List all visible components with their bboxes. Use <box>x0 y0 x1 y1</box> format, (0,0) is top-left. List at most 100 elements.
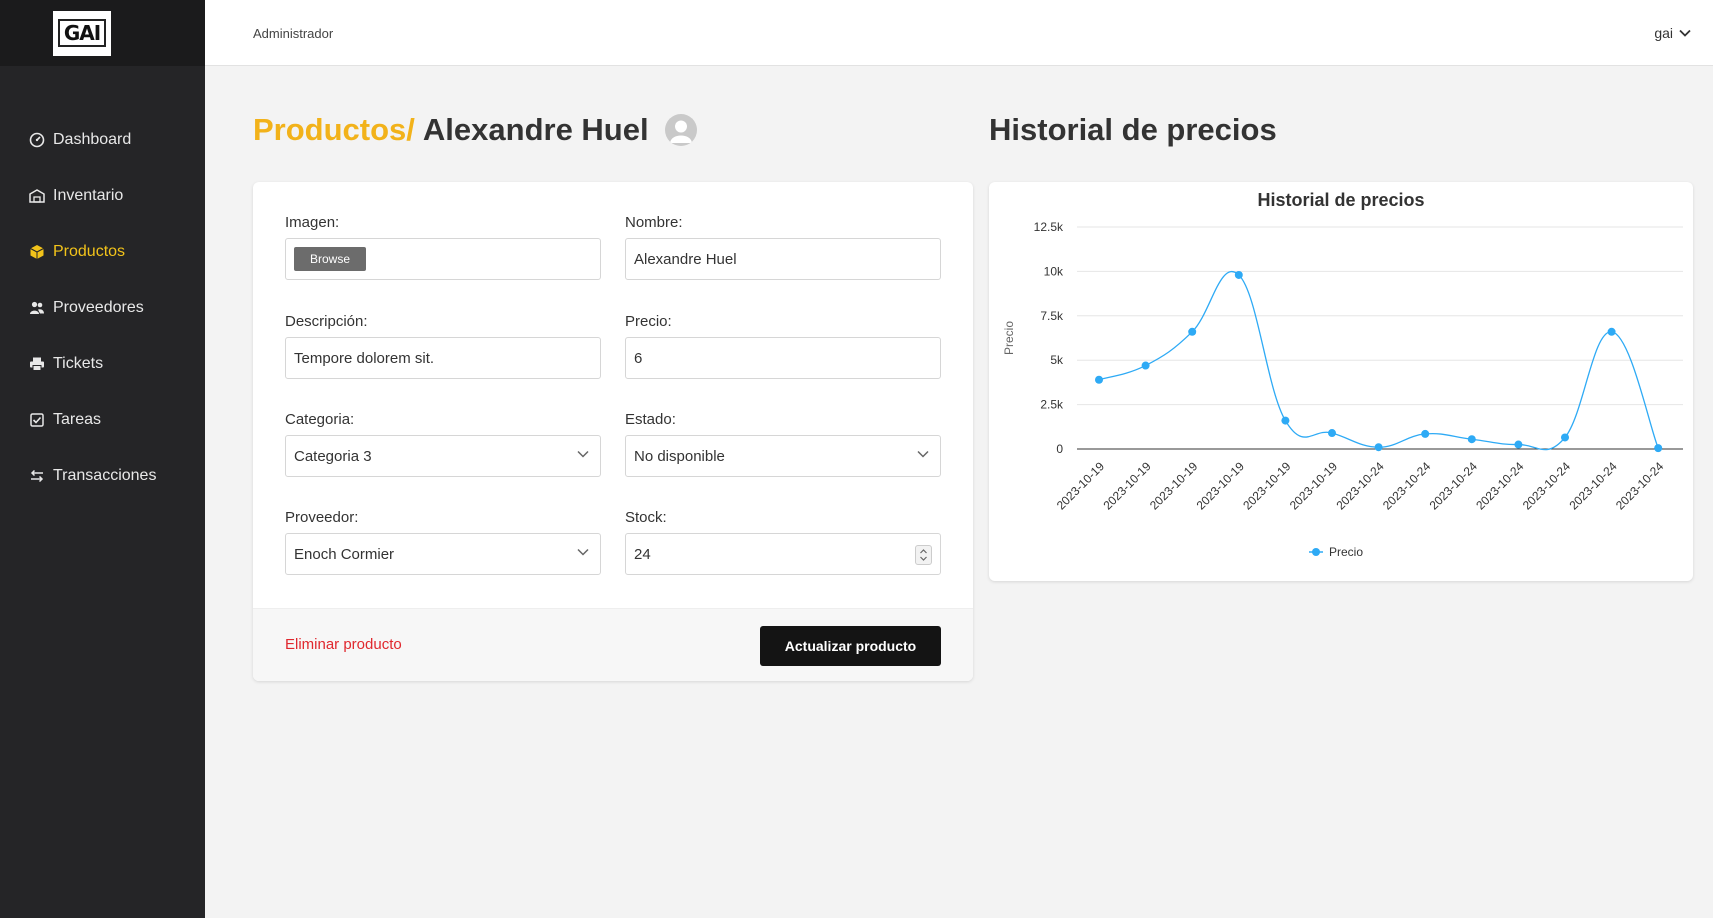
chevron-down-icon <box>917 450 929 458</box>
stock-value: 24 <box>634 545 651 563</box>
page-title: Alexandre Huel <box>422 112 649 147</box>
category-field: Categoria: Categoria 3 <box>285 411 601 477</box>
stock-stepper[interactable] <box>915 545 932 565</box>
x-tick-label: 2023-10-24 <box>1380 459 1434 513</box>
chevron-down-icon <box>1679 29 1691 37</box>
name-input[interactable]: Alexandre Huel <box>625 238 941 280</box>
sidebar-item-label: Proveedores <box>53 299 144 316</box>
x-tick-label: 2023-10-24 <box>1333 459 1387 513</box>
sidebar-item-productos[interactable]: Productos <box>0 224 205 280</box>
name-label: Nombre: <box>625 214 683 231</box>
sidebar-nav: Dashboard Inventario Productos Proveedor… <box>0 66 205 504</box>
stock-input[interactable]: 24 <box>625 533 941 575</box>
provider-field: Proveedor: Enoch Cormier <box>285 509 601 575</box>
sidebar-item-tareas[interactable]: Tareas <box>0 392 205 448</box>
topbar: Administrador gai <box>205 0 1713 66</box>
legend-marker <box>1312 548 1320 556</box>
image-file-input[interactable]: Browse <box>285 238 601 280</box>
delete-product-button[interactable]: Eliminar producto <box>285 636 402 653</box>
printer-icon <box>28 356 45 373</box>
sidebar-item-proveedores[interactable]: Proveedores <box>0 280 205 336</box>
category-value: Categoria 3 <box>294 447 372 465</box>
price-label: Precio: <box>625 313 672 330</box>
y-tick-label: 0 <box>1056 442 1063 456</box>
transfer-icon <box>28 468 45 485</box>
price-field: Precio: 6 <box>625 313 941 379</box>
data-point <box>1095 375 1103 384</box>
user-name: gai <box>1654 25 1673 41</box>
status-select[interactable]: No disponible <box>625 435 941 477</box>
data-point <box>1374 443 1383 452</box>
sidebar-item-label: Tareas <box>53 411 102 428</box>
x-tick-label: 2023-10-19 <box>1147 459 1201 513</box>
avatar <box>664 114 697 146</box>
brand: GAI <box>0 0 205 66</box>
user-menu[interactable]: gai <box>1654 25 1691 41</box>
x-tick-label: 2023-10-19 <box>1054 459 1108 513</box>
spinner-arrows-icon <box>920 549 927 561</box>
chevron-down-icon <box>577 548 589 556</box>
breadcrumb-productos-link[interactable]: Productos/ <box>253 112 415 148</box>
provider-label: Proveedor: <box>285 509 359 526</box>
provider-select[interactable]: Enoch Cormier <box>285 533 601 575</box>
sidebar-item-label: Dashboard <box>53 131 132 148</box>
x-tick-label: 2023-10-24 <box>1427 459 1481 513</box>
data-point <box>1281 416 1290 425</box>
x-tick-label: 2023-10-19 <box>1240 459 1294 513</box>
sidebar-item-label: Inventario <box>53 187 124 204</box>
description-label: Descripción: <box>285 313 368 330</box>
data-point <box>1234 270 1243 279</box>
price-history-chart: Historial de precios 0 2.5k 5k 7.5k 10k 12.5k P… <box>1002 190 1683 559</box>
y-tick-label: 12.5k <box>1034 220 1064 234</box>
breadcrumb: Productos/ Alexandre Huel <box>253 112 697 148</box>
name-field: Nombre: Alexandre Huel <box>625 214 941 280</box>
x-tick-label: 2023-10-24 <box>1566 459 1620 513</box>
legend-label: Precio <box>1329 545 1363 559</box>
price-history-chart-card: Historial de precios 0 2.5k 5k 7.5k 10k 12.5k P… <box>989 182 1693 581</box>
sidebar-item-dashboard[interactable]: Dashboard <box>0 112 205 168</box>
status-label: Estado: <box>625 411 676 428</box>
data-point <box>1328 429 1336 438</box>
sidebar-item-label: Productos <box>53 243 126 260</box>
data-point <box>1654 444 1663 453</box>
category-label: Categoria: <box>285 411 355 428</box>
update-product-button[interactable]: Actualizar producto <box>760 626 941 666</box>
y-axis-label: Precio <box>1002 321 1016 355</box>
warehouse-icon <box>28 188 45 205</box>
description-input[interactable]: Tempore dolorem sit. <box>285 337 601 379</box>
form-footer: Eliminar producto Actualizar producto <box>253 608 973 681</box>
x-tick-label: 2023-10-24 <box>1473 459 1527 513</box>
logo[interactable]: GAI <box>53 10 111 56</box>
logo-text: GAI <box>57 19 107 47</box>
provider-value: Enoch Cormier <box>294 545 395 563</box>
data-point <box>1561 433 1569 442</box>
stock-field: Stock: 24 <box>625 509 941 575</box>
sidebar-item-inventario[interactable]: Inventario <box>0 168 205 224</box>
y-tick-label: 10k <box>1044 264 1064 278</box>
y-tick-label: 7.5k <box>1040 309 1064 323</box>
browse-button[interactable]: Browse <box>294 247 367 271</box>
chevron-down-icon <box>577 450 589 458</box>
status-value: No disponible <box>634 447 725 465</box>
data-point <box>1607 327 1616 336</box>
y-tick-label: 5k <box>1050 353 1064 367</box>
data-point <box>1141 361 1150 370</box>
sidebar-item-label: Tickets <box>53 355 104 372</box>
checkbox-icon <box>28 412 45 429</box>
y-tick-label: 2.5k <box>1040 398 1064 412</box>
category-select[interactable]: Categoria 3 <box>285 435 601 477</box>
dashboard-icon <box>28 132 45 149</box>
data-point <box>1467 435 1476 444</box>
sidebar: GAI Dashboard Inventario Productos Prove… <box>0 0 205 918</box>
sidebar-item-tickets[interactable]: Tickets <box>0 336 205 392</box>
image-field: Imagen: Browse <box>285 214 601 280</box>
box-icon <box>28 244 45 261</box>
sidebar-item-transacciones[interactable]: Transacciones <box>0 448 205 504</box>
x-tick-label: 2023-10-24 <box>1613 459 1667 513</box>
status-field: Estado: No disponible <box>625 411 941 477</box>
chart-title: Historial de precios <box>1257 190 1424 210</box>
user-role: Administrador <box>253 26 334 41</box>
data-point <box>1514 440 1523 449</box>
price-input[interactable]: 6 <box>625 337 941 379</box>
data-point <box>1421 429 1430 438</box>
